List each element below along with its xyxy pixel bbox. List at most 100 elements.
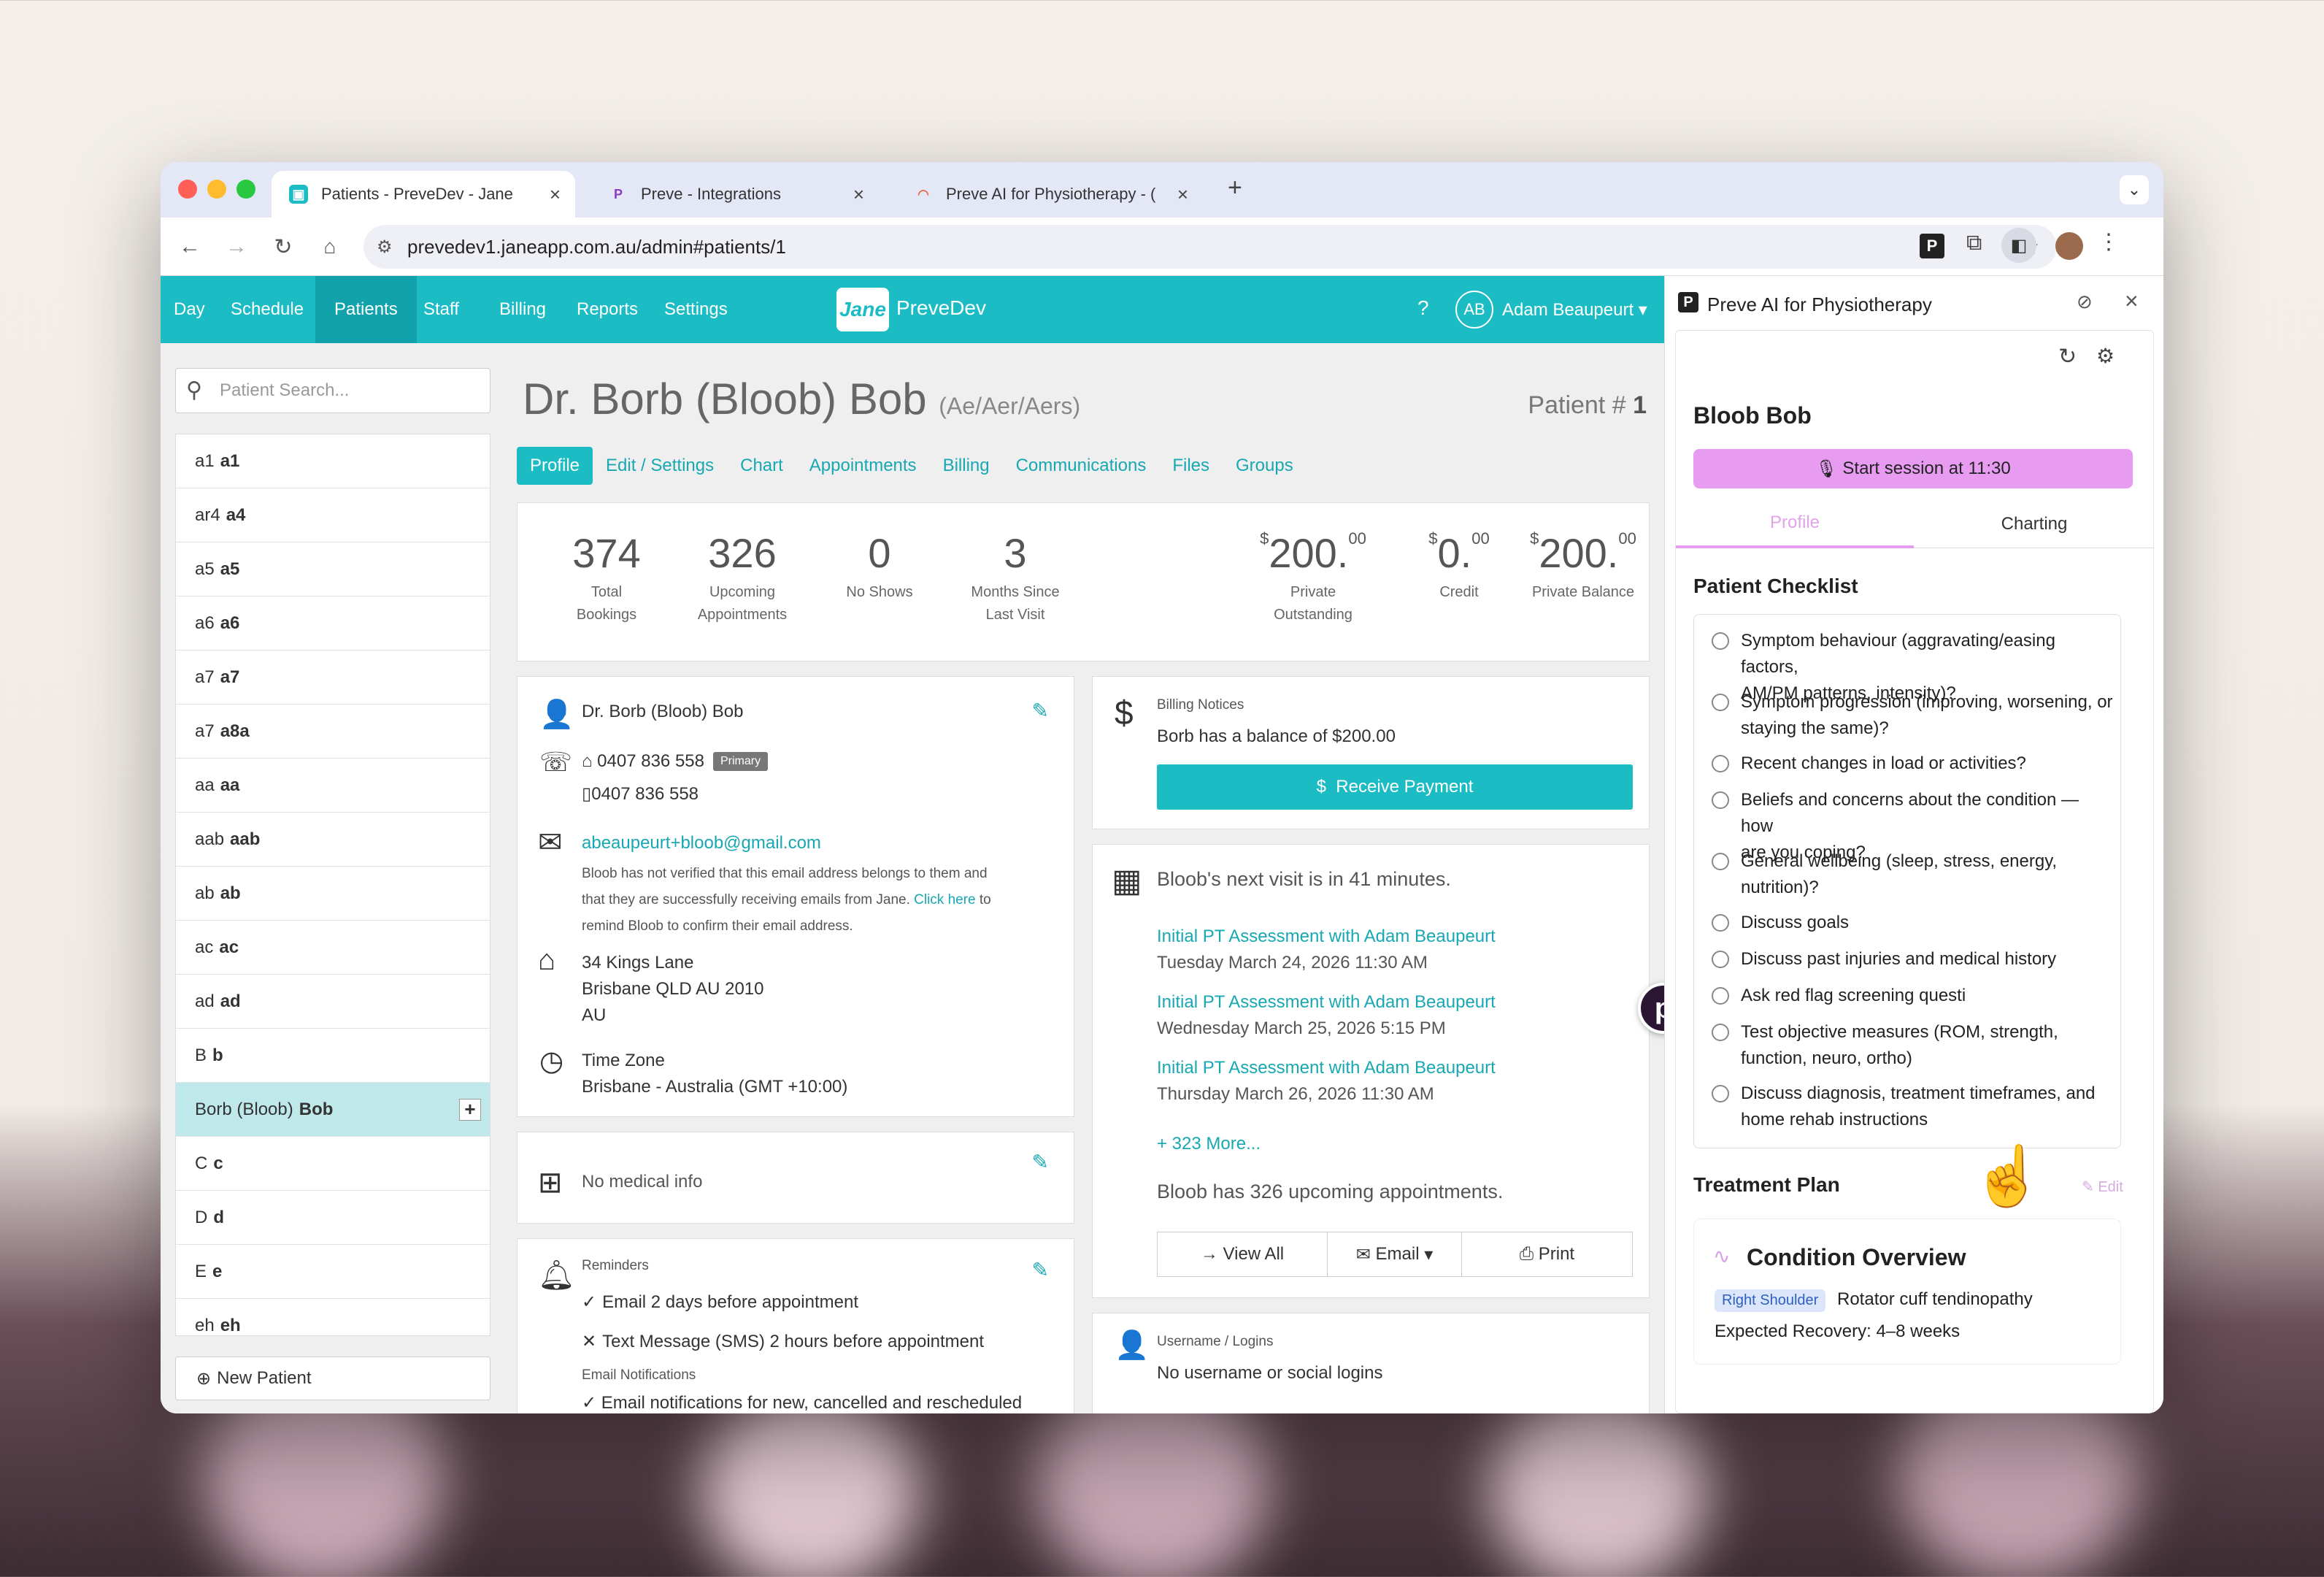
edit-plan-button[interactable]: ✎ Edit: [2082, 1178, 2123, 1196]
checklist-item[interactable]: General wellbeing (sleep, stress, energy…: [1712, 848, 2113, 901]
close-tab-icon[interactable]: ×: [853, 183, 864, 206]
edit-pencil-icon[interactable]: ✎: [1032, 699, 1049, 723]
patient-list-item[interactable]: Ee: [176, 1245, 490, 1299]
new-tab-button[interactable]: +: [1228, 174, 1242, 202]
tab-charting[interactable]: Charting: [1914, 500, 2153, 548]
patient-list-item[interactable]: Cc: [176, 1137, 490, 1191]
patient-list-item[interactable]: a1 a1: [176, 434, 490, 488]
checklist-radio[interactable]: [1712, 1024, 1729, 1041]
receive-payment-button[interactable]: $ Receive Payment: [1157, 764, 1633, 810]
nav-reports[interactable]: Reports: [563, 276, 651, 343]
patient-list-item[interactable]: a5 a5: [176, 542, 490, 596]
patient-list-item[interactable]: ac ac: [176, 921, 490, 975]
patient-tab-profile[interactable]: Profile: [517, 447, 593, 485]
patient-tab-files[interactable]: Files: [1159, 447, 1223, 485]
reload-icon[interactable]: ↻: [267, 231, 299, 263]
site-info-icon[interactable]: ⚙: [377, 237, 393, 258]
patient-list-item[interactable]: ad ad: [176, 975, 490, 1029]
forward-icon[interactable]: →: [220, 231, 253, 263]
edit-pencil-icon[interactable]: ✎: [1032, 1150, 1049, 1174]
checklist-radio[interactable]: [1712, 694, 1729, 711]
edit-pencil-icon[interactable]: ✎: [1032, 1258, 1049, 1282]
patient-list-item[interactable]: a7 a8a: [176, 705, 490, 759]
patient-list-item[interactable]: ar4 a4: [176, 488, 490, 542]
patient-tab-chart[interactable]: Chart: [727, 447, 796, 485]
more-appointments-link[interactable]: + 323 More...: [1157, 1134, 1261, 1154]
patient-tab-appointments[interactable]: Appointments: [796, 447, 930, 485]
checklist-item[interactable]: Ask red flag screening questi: [1712, 983, 2113, 1009]
extensions-puzzle-icon[interactable]: ⧉: [1966, 231, 1982, 256]
checklist-item[interactable]: Test objective measures (ROM, strength, f…: [1712, 1019, 2113, 1072]
start-session-button[interactable]: 🎙︎ Start session at 11:30: [1693, 449, 2133, 488]
nav-day[interactable]: Day: [161, 276, 218, 343]
patient-list-item[interactable]: Dd: [176, 1191, 490, 1245]
patient-list-item[interactable]: aa aa: [176, 759, 490, 813]
tab-profile[interactable]: Profile: [1676, 500, 1914, 548]
patient-search-input[interactable]: ⚲ Patient Search...: [175, 368, 490, 413]
close-window-button[interactable]: [178, 180, 197, 199]
patient-list-item[interactable]: eh eh: [176, 1299, 490, 1335]
checklist-item[interactable]: Recent changes in load or activities?: [1712, 751, 2113, 777]
new-patient-button[interactable]: ⊕ New Patient: [175, 1357, 490, 1400]
nav-patients[interactable]: Patients: [315, 276, 417, 343]
user-avatar[interactable]: AB: [1455, 291, 1493, 329]
patient-tab-edit-settings[interactable]: Edit / Settings: [593, 447, 727, 485]
checklist-item[interactable]: Discuss past injuries and medical histor…: [1712, 946, 2113, 972]
back-icon[interactable]: ←: [174, 231, 206, 263]
checklist-radio[interactable]: [1712, 791, 1729, 809]
patient-tab-billing[interactable]: Billing: [930, 447, 1003, 485]
nav-schedule[interactable]: Schedule: [218, 276, 317, 343]
email-dropdown-button[interactable]: ✉ Email ▾: [1328, 1232, 1462, 1277]
url-field[interactable]: ⚙ prevedev1.janeapp.com.au/admin#patient…: [363, 225, 2057, 269]
add-plus-icon[interactable]: +: [459, 1098, 481, 1121]
checklist-radio[interactable]: [1712, 1085, 1729, 1102]
browser-menu-icon[interactable]: ⋮: [2098, 229, 2120, 255]
appointment-link[interactable]: Initial PT Assessment with Adam Beaupeur…: [1157, 924, 1496, 950]
close-tab-icon[interactable]: ×: [1177, 183, 1188, 206]
checklist-radio[interactable]: [1712, 755, 1729, 772]
patient-list-item[interactable]: Borb (Bloob) Bob +: [176, 1083, 490, 1137]
nav-billing[interactable]: Billing: [486, 276, 559, 343]
checklist-radio[interactable]: [1712, 632, 1729, 650]
preve-extension-icon[interactable]: P: [1920, 234, 1944, 258]
patient-list-item[interactable]: a6 a6: [176, 596, 490, 651]
checklist-radio[interactable]: [1712, 987, 1729, 1005]
minimize-window-button[interactable]: [207, 180, 226, 199]
close-panel-icon[interactable]: ×: [2125, 288, 2139, 315]
checklist-item[interactable]: Symptom progression (improving, worsenin…: [1712, 689, 2113, 742]
unpin-icon[interactable]: ⊘: [2077, 291, 2093, 313]
refresh-icon[interactable]: ↻: [2058, 344, 2077, 369]
patient-tab-communications[interactable]: Communications: [1003, 447, 1160, 485]
nav-settings[interactable]: Settings: [651, 276, 741, 343]
checklist-radio[interactable]: [1712, 951, 1729, 968]
browser-tab-preve-integrations[interactable]: P Preve - Integrations ×: [591, 171, 879, 218]
appointment-link[interactable]: Initial PT Assessment with Adam Beaupeur…: [1157, 1055, 1496, 1081]
appointment-link[interactable]: Initial PT Assessment with Adam Beaupeur…: [1157, 989, 1496, 1016]
home-phone-number: 0407 836 558: [597, 751, 704, 771]
checklist-item[interactable]: Discuss diagnosis, treatment timeframes,…: [1712, 1081, 2113, 1133]
home-icon[interactable]: ⌂: [314, 231, 346, 263]
user-menu[interactable]: Adam Beaupeurt ▾: [1502, 299, 1647, 321]
patient-list-item[interactable]: Bb: [176, 1029, 490, 1083]
nav-staff[interactable]: Staff: [410, 276, 472, 343]
browser-tab-jane[interactable]: ▣ Patients - PreveDev - Jane ×: [272, 171, 575, 218]
patient-tab-groups[interactable]: Groups: [1223, 447, 1307, 485]
view-all-button[interactable]: → View All: [1157, 1232, 1328, 1277]
close-tab-icon[interactable]: ×: [550, 183, 561, 206]
patient-list-item[interactable]: ab ab: [176, 867, 490, 921]
checklist-item[interactable]: Discuss goals: [1712, 910, 2113, 936]
checklist-radio[interactable]: [1712, 914, 1729, 932]
browser-tab-preve-ai[interactable]: ◠ Preve AI for Physiotherapy - ( ×: [896, 171, 1203, 218]
side-panel-icon[interactable]: ◧: [2001, 228, 2036, 263]
tab-search-button[interactable]: ⌄: [2120, 175, 2149, 204]
settings-gear-icon[interactable]: ⚙: [2096, 344, 2115, 368]
click-here-link[interactable]: Click here: [914, 892, 975, 908]
patient-list-item[interactable]: aab aab: [176, 813, 490, 867]
checklist-radio[interactable]: [1712, 853, 1729, 870]
email-link[interactable]: abeaupeurt+bloob@gmail.com: [582, 833, 821, 853]
maximize-window-button[interactable]: [236, 180, 255, 199]
print-button[interactable]: ⎙ Print: [1462, 1232, 1633, 1277]
patient-list-item[interactable]: a7 a7: [176, 651, 490, 705]
help-button[interactable]: ?: [1417, 296, 1429, 320]
profile-avatar[interactable]: [2055, 232, 2083, 260]
